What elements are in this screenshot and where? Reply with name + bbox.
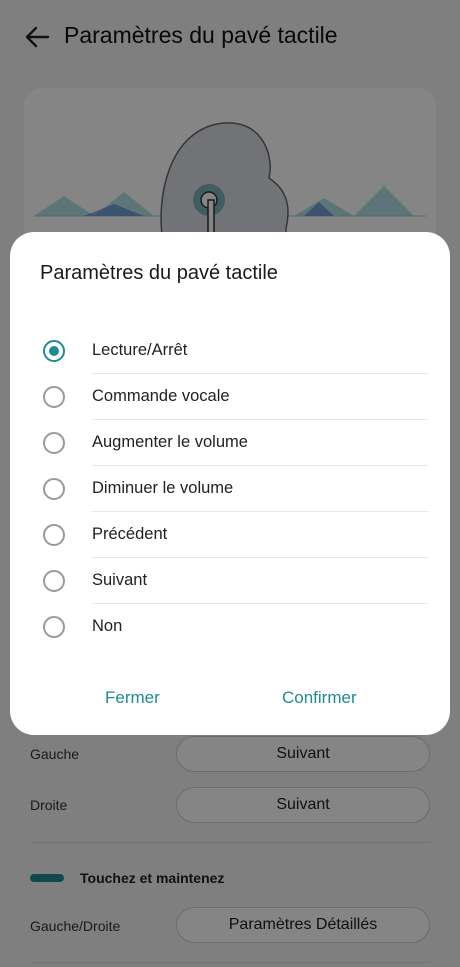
radio-unselected-icon[interactable]: [43, 616, 65, 638]
option-volume-up[interactable]: Augmenter le volume: [32, 420, 428, 466]
option-label: Non: [92, 617, 123, 635]
radio-unselected-icon[interactable]: [43, 570, 65, 592]
radio-selected-icon[interactable]: [43, 340, 65, 362]
radio-unselected-icon[interactable]: [43, 386, 65, 408]
touchpad-settings-dialog: Paramètres du pavé tactile Lecture/Arrêt…: [10, 232, 450, 735]
option-next[interactable]: Suivant: [32, 558, 428, 604]
option-label: Lecture/Arrêt: [92, 341, 188, 359]
option-voice-command[interactable]: Commande vocale: [32, 374, 428, 420]
option-label: Suivant: [92, 571, 148, 589]
option-label: Augmenter le volume: [92, 433, 248, 451]
dialog-title: Paramètres du pavé tactile: [40, 262, 278, 284]
option-label: Précédent: [92, 525, 168, 543]
option-volume-down[interactable]: Diminuer le volume: [32, 466, 428, 512]
option-none[interactable]: Non: [32, 604, 428, 650]
option-label: Commande vocale: [92, 387, 230, 405]
radio-unselected-icon[interactable]: [43, 524, 65, 546]
radio-unselected-icon[interactable]: [43, 432, 65, 454]
confirm-button[interactable]: Confirmer: [282, 688, 357, 708]
option-label: Diminuer le volume: [92, 479, 234, 497]
option-previous[interactable]: Précédent: [32, 512, 428, 558]
close-button[interactable]: Fermer: [105, 688, 160, 708]
option-play-pause[interactable]: Lecture/Arrêt: [32, 328, 428, 374]
radio-unselected-icon[interactable]: [43, 478, 65, 500]
